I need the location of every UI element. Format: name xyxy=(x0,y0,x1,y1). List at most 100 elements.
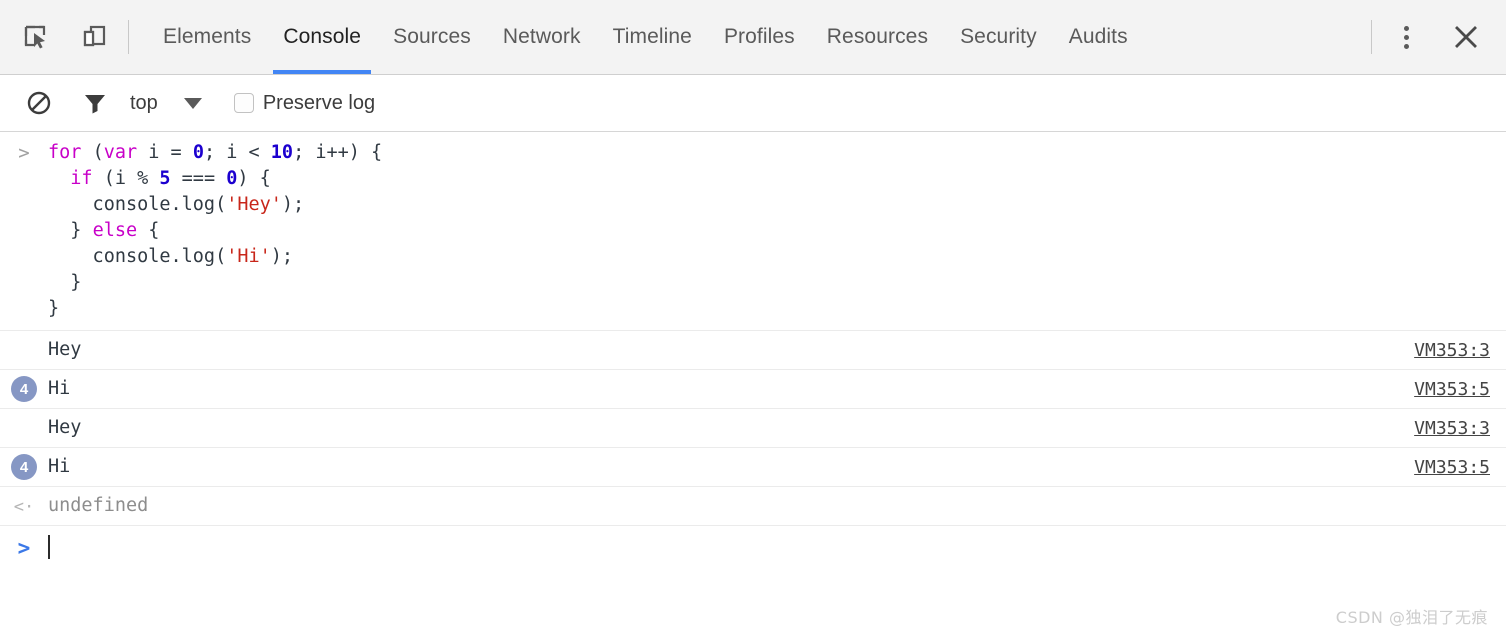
code-token: if xyxy=(70,168,93,189)
preserve-log-checkbox[interactable] xyxy=(233,93,254,113)
code-token: ) { xyxy=(237,168,271,189)
console-log-row[interactable]: Hey VM353:3 xyxy=(0,409,1506,448)
code-token: 'Hey' xyxy=(226,194,282,215)
log-source-link[interactable]: VM353:5 xyxy=(1414,457,1490,478)
code-token: (i % xyxy=(92,168,160,189)
code-token: else xyxy=(92,220,138,241)
preserve-log-toggle[interactable]: Preserve log xyxy=(233,91,376,115)
code-token: } xyxy=(48,220,93,241)
devtools-tabbar: Elements Console Sources Network Timelin… xyxy=(0,0,1506,75)
tab-audits[interactable]: Audits xyxy=(1053,0,1144,74)
tab-resources[interactable]: Resources xyxy=(811,0,944,74)
code-token: console.log( xyxy=(48,246,227,267)
tab-label: Security xyxy=(960,25,1037,48)
code-token: === xyxy=(170,168,227,189)
result-value: undefined xyxy=(48,495,149,516)
inspect-element-icon[interactable] xyxy=(14,15,58,59)
code-token: { xyxy=(137,220,160,241)
repeat-count-badge: 4 xyxy=(11,454,37,480)
code-line: for (var i = 0; i < 10; i++) { xyxy=(48,140,382,166)
prompt-chevron-blue-icon: > xyxy=(17,536,31,560)
tab-label: Audits xyxy=(1068,25,1128,48)
console-input-code: for (var i = 0; i < 10; i++) { if (i % 5… xyxy=(48,140,382,322)
more-vertical-icon[interactable] xyxy=(1384,15,1428,59)
code-token: ( xyxy=(92,142,104,163)
log-row-gutter xyxy=(0,331,48,369)
console-result-row: <· undefined xyxy=(0,487,1506,526)
tab-sources[interactable]: Sources xyxy=(377,0,487,74)
console-prompt-row[interactable]: > xyxy=(0,526,1506,568)
device-toolbar-icon[interactable] xyxy=(72,15,116,59)
tab-security[interactable]: Security xyxy=(944,0,1053,74)
code-line: console.log('Hi'); xyxy=(48,244,382,270)
result-gutter: <· xyxy=(0,495,48,517)
watermark: CSDN @独泪了无痕 xyxy=(1335,608,1488,627)
tab-profiles[interactable]: Profiles xyxy=(708,0,811,74)
context-selector[interactable]: top xyxy=(130,92,158,115)
console-log-row[interactable]: 4 Hi VM353:5 xyxy=(0,448,1506,487)
code-token: 0 xyxy=(226,168,238,189)
log-source-link[interactable]: VM353:3 xyxy=(1414,418,1490,439)
code-line: if (i % 5 === 0) { xyxy=(48,166,382,192)
panel-tabs: Elements Console Sources Network Timelin… xyxy=(147,0,1144,74)
console-body: > for (var i = 0; i < 10; i++) { if (i %… xyxy=(0,132,1506,568)
log-message-text: Hey xyxy=(48,417,82,438)
log-source-link[interactable]: VM353:3 xyxy=(1414,340,1490,361)
clear-console-icon[interactable] xyxy=(16,80,62,126)
code-token: ; i++) { xyxy=(293,142,383,163)
code-token: 0 xyxy=(192,142,204,163)
code-token: 'Hi' xyxy=(226,246,271,267)
tabbar-tool-icons xyxy=(0,0,116,74)
code-token: 10 xyxy=(270,142,294,163)
code-line: } else { xyxy=(48,218,382,244)
preserve-log-label: Preserve log xyxy=(262,91,376,114)
code-token: var xyxy=(103,142,138,163)
input-echo-gutter: > xyxy=(0,140,48,322)
code-token: 5 xyxy=(159,168,171,189)
code-token: i = xyxy=(137,142,193,163)
tab-timeline[interactable]: Timeline xyxy=(597,0,708,74)
repeat-count-badge: 4 xyxy=(11,376,37,402)
code-token: ); xyxy=(270,246,294,267)
code-token: for xyxy=(48,142,93,163)
console-log-row[interactable]: 4 Hi VM353:5 xyxy=(0,370,1506,409)
log-row-gutter xyxy=(0,409,48,447)
code-line: } xyxy=(48,296,382,322)
close-icon[interactable] xyxy=(1444,15,1488,59)
code-token: ); xyxy=(281,194,305,215)
code-token: console.log( xyxy=(48,194,227,215)
tab-label: Sources xyxy=(393,25,471,48)
filter-icon[interactable] xyxy=(72,80,118,126)
code-token: ; i < xyxy=(203,142,271,163)
code-line: } xyxy=(48,270,382,296)
console-input-echo[interactable]: > for (var i = 0; i < 10; i++) { if (i %… xyxy=(0,132,1506,331)
tab-console[interactable]: Console xyxy=(267,0,377,74)
log-row-gutter: 4 xyxy=(0,448,48,486)
log-message-text: Hi xyxy=(48,378,71,399)
tab-label: Profiles xyxy=(723,25,795,48)
console-log-row[interactable]: Hey VM353:3 xyxy=(0,331,1506,370)
text-cursor xyxy=(48,535,50,559)
tab-label: Resources xyxy=(826,25,929,48)
result-arrow-icon: <· xyxy=(13,497,35,517)
tab-label: Timeline xyxy=(612,25,692,48)
tab-label: Elements xyxy=(163,25,252,48)
code-token: } xyxy=(48,272,82,293)
tab-elements[interactable]: Elements xyxy=(147,0,267,74)
log-row-gutter: 4 xyxy=(0,370,48,408)
console-filter-bar: top Preserve log xyxy=(0,75,1506,132)
tabbar-right-controls xyxy=(1359,0,1506,74)
tab-label: Network xyxy=(502,25,581,48)
prompt-gutter: > xyxy=(0,534,48,560)
tab-network[interactable]: Network xyxy=(487,0,597,74)
log-message-text: Hey xyxy=(48,339,82,360)
prompt-chevron-icon: > xyxy=(18,142,30,164)
console-log-rows: Hey VM353:3 4 Hi VM353:5 Hey VM353:3 4 Hi VM353:5 xyxy=(0,331,1506,487)
tabbar-divider xyxy=(128,20,129,54)
chevron-down-icon[interactable] xyxy=(180,90,206,116)
log-source-link[interactable]: VM353:5 xyxy=(1414,379,1490,400)
tabbar-right-divider xyxy=(1371,20,1372,54)
tab-label: Console xyxy=(283,25,362,48)
code-line: console.log('Hey'); xyxy=(48,192,382,218)
